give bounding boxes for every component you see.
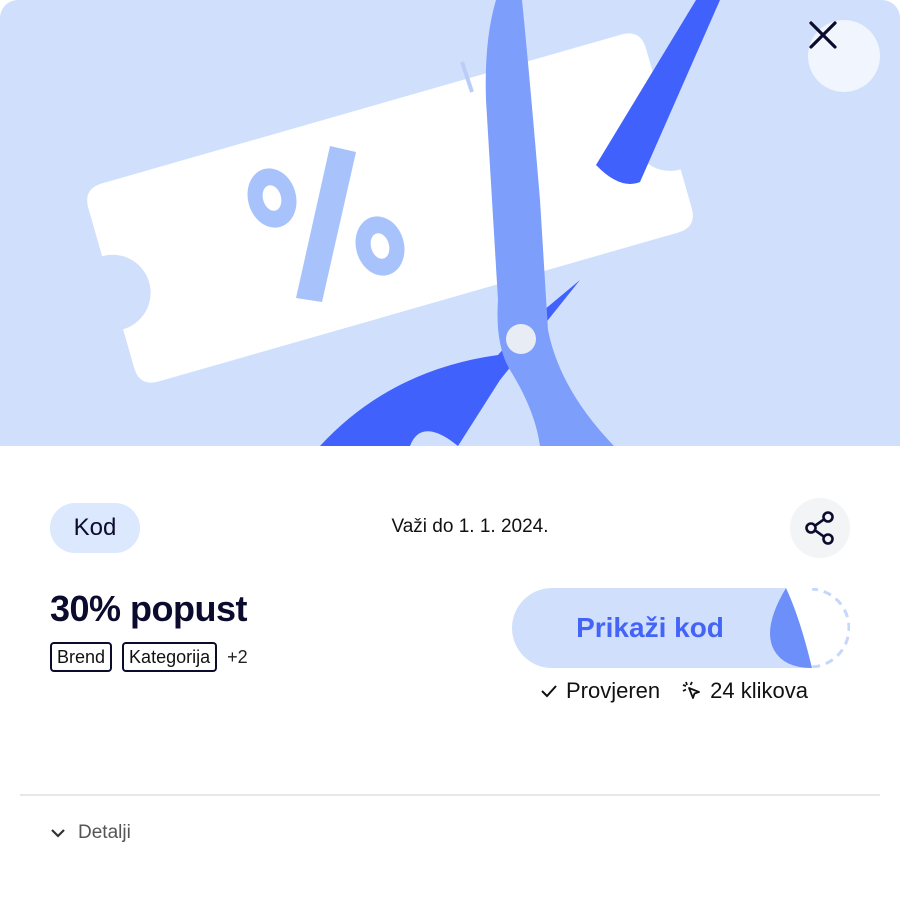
tag-category[interactable]: Kategorija <box>122 642 218 672</box>
coupon-title: 30% popust <box>50 588 248 629</box>
details-label: Detalji <box>78 822 131 843</box>
tag-list: Brend Kategorija +2 <box>50 642 248 672</box>
more-tags-count[interactable]: +2 <box>227 647 248 668</box>
valid-until-text: Važi do 1. 1. 2024. <box>391 516 549 537</box>
hero-illustration <box>0 0 900 446</box>
close-button[interactable] <box>808 20 880 92</box>
coupon-scissors-illustration <box>87 0 720 446</box>
click-count-label: 24 klikova <box>710 678 808 703</box>
cursor-click-icon <box>682 681 701 699</box>
verified-label: Provjeren <box>566 678 661 703</box>
divider <box>20 794 880 796</box>
coupon-meta: Provjeren 24 klikova <box>540 678 808 704</box>
coupon-type-badge: Kod <box>50 503 140 553</box>
click-count: 24 klikova <box>682 678 808 704</box>
share-button[interactable] <box>790 498 850 558</box>
tag-brand[interactable]: Brend <box>50 642 113 672</box>
coupon-card: Kod Važi do 1. 1. 2024. 30% popust Brend… <box>0 0 900 898</box>
share-icon <box>805 511 834 545</box>
details-toggle[interactable]: Detalji <box>50 822 131 844</box>
verified-status: Provjeren <box>540 678 660 704</box>
show-code-label: Prikaži kod <box>576 612 724 643</box>
check-icon <box>541 685 557 698</box>
show-code-button[interactable]: Prikaži kod <box>512 588 850 668</box>
close-icon <box>809 21 837 49</box>
chevron-down-icon <box>51 829 65 838</box>
